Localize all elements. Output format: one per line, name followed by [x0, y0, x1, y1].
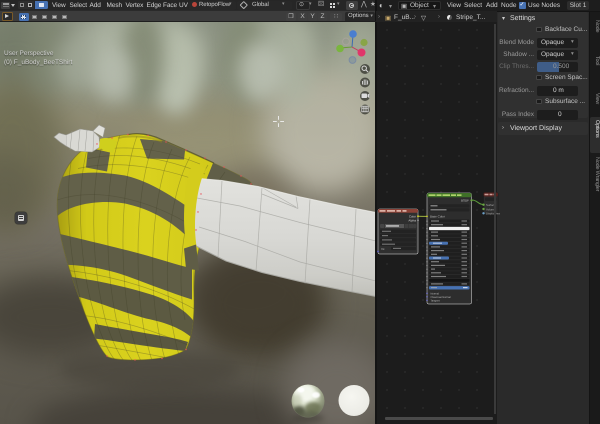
svg-text:Base Color: Base Color: [430, 215, 445, 219]
svg-text:Displacement: Displacement: [486, 212, 500, 216]
svg-text:Ve: Ve: [381, 247, 385, 251]
svg-text:Tangent: Tangent: [431, 299, 441, 302]
svg-text:Alpha: Alpha: [408, 219, 416, 223]
svg-text:BSDF: BSDF: [461, 199, 469, 203]
